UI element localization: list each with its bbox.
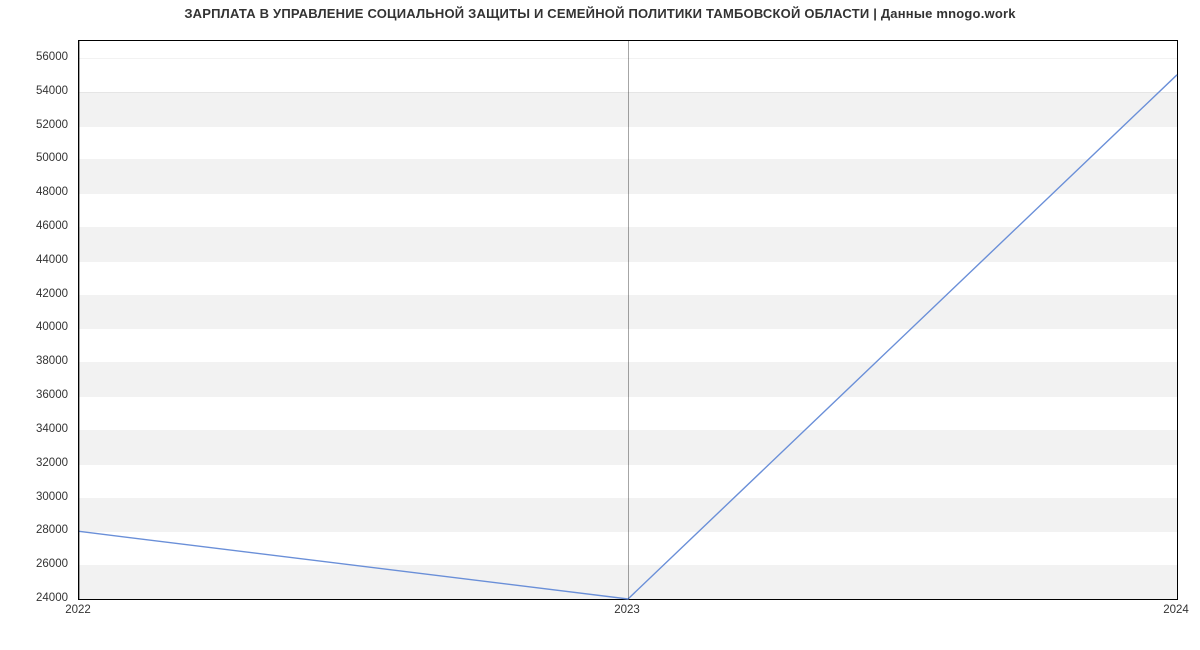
vertical-gridline [79, 41, 80, 599]
x-tick-label: 2024 [1163, 604, 1189, 616]
y-tick-label: 46000 [8, 220, 68, 232]
y-tick-label: 50000 [8, 152, 68, 164]
y-tick-label: 42000 [8, 288, 68, 300]
y-tick-label: 56000 [8, 51, 68, 63]
y-tick-label: 48000 [8, 186, 68, 198]
x-tick-label: 2023 [614, 604, 640, 616]
y-tick-label: 34000 [8, 423, 68, 435]
x-tick-label: 2022 [65, 604, 91, 616]
y-tick-label: 32000 [8, 457, 68, 469]
y-tick-label: 54000 [8, 85, 68, 97]
y-tick-label: 44000 [8, 254, 68, 266]
y-tick-label: 38000 [8, 355, 68, 367]
chart-container: ЗАРПЛАТА В УПРАВЛЕНИЕ СОЦИАЛЬНОЙ ЗАЩИТЫ … [0, 0, 1200, 650]
vertical-gridline [628, 41, 629, 599]
y-axis-labels: 2400026000280003000032000340003600038000… [0, 40, 74, 600]
y-tick-label: 26000 [8, 558, 68, 570]
plot-area [78, 40, 1178, 600]
x-axis-labels: 202220232024 [78, 604, 1178, 624]
y-tick-label: 36000 [8, 389, 68, 401]
y-tick-label: 28000 [8, 524, 68, 536]
y-tick-label: 30000 [8, 491, 68, 503]
y-tick-label: 52000 [8, 119, 68, 131]
y-tick-label: 40000 [8, 321, 68, 333]
y-tick-label: 24000 [8, 592, 68, 604]
vertical-gridline [1177, 41, 1178, 599]
chart-title: ЗАРПЛАТА В УПРАВЛЕНИЕ СОЦИАЛЬНОЙ ЗАЩИТЫ … [0, 6, 1200, 21]
